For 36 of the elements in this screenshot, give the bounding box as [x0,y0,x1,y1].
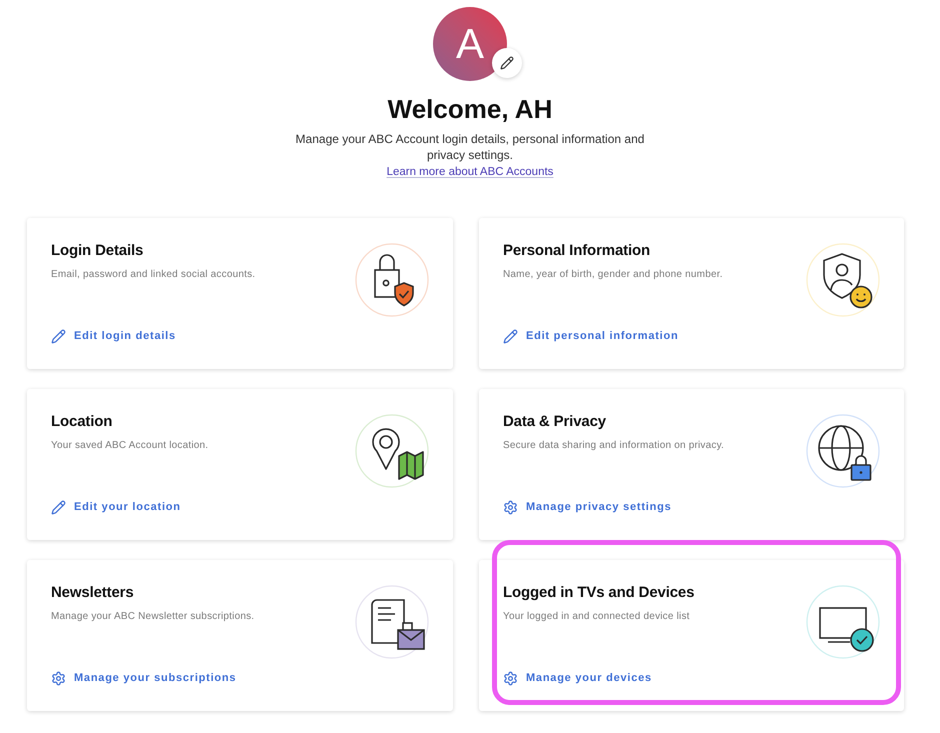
pencil-icon [503,328,518,344]
card-description: Secure data sharing and information on privacy. [503,439,726,453]
learn-more-link[interactable]: Learn more about ABC Accounts [386,164,554,180]
card-title: Login Details [51,241,144,261]
globe-icon [818,425,864,471]
card-title: Personal Information [503,241,652,261]
monitor-icon [819,607,867,643]
card-title: Data & Privacy [503,412,607,432]
card-description: Manage your ABC Newsletter subscriptions. [51,610,256,624]
avatar-initial: A [456,20,484,68]
card-title: Newsletters [51,583,135,603]
card-description: Your saved ABC Account location. [51,439,210,453]
gear-icon [51,670,66,686]
card-title: Logged in TVs and Devices [503,583,696,603]
gear-icon [503,670,518,686]
card-link[interactable]: Manage privacy settings [503,499,672,515]
gear-icon [503,500,518,514]
card-link[interactable]: Edit personal information [503,328,678,344]
pencil-icon [51,500,66,514]
document-icon [371,599,405,644]
card-description: Name, year of birth, gender and phone number. [503,268,724,282]
welcome-description: Manage your ABC Account login details, personal information and privacy settings. [295,131,645,163]
card-link[interactable]: Manage your devices [503,670,652,686]
padlock-icon [374,254,400,298]
pencil-icon [51,328,66,344]
card-link[interactable]: Edit login details [51,328,176,344]
card-description: Email, password and linked social accounts. [51,268,256,282]
pencil-icon [500,56,514,70]
card-description: Your logged in and connected device list [503,610,691,624]
map-pin-icon [372,428,400,470]
edit-avatar-button[interactable] [492,48,522,78]
welcome-heading: Welcome, AH [388,94,552,124]
card-title: Location [51,412,114,432]
card-link[interactable]: Manage your subscriptions [51,670,236,686]
person-shield-icon [823,253,861,299]
card-link[interactable]: Edit your location [51,499,181,515]
